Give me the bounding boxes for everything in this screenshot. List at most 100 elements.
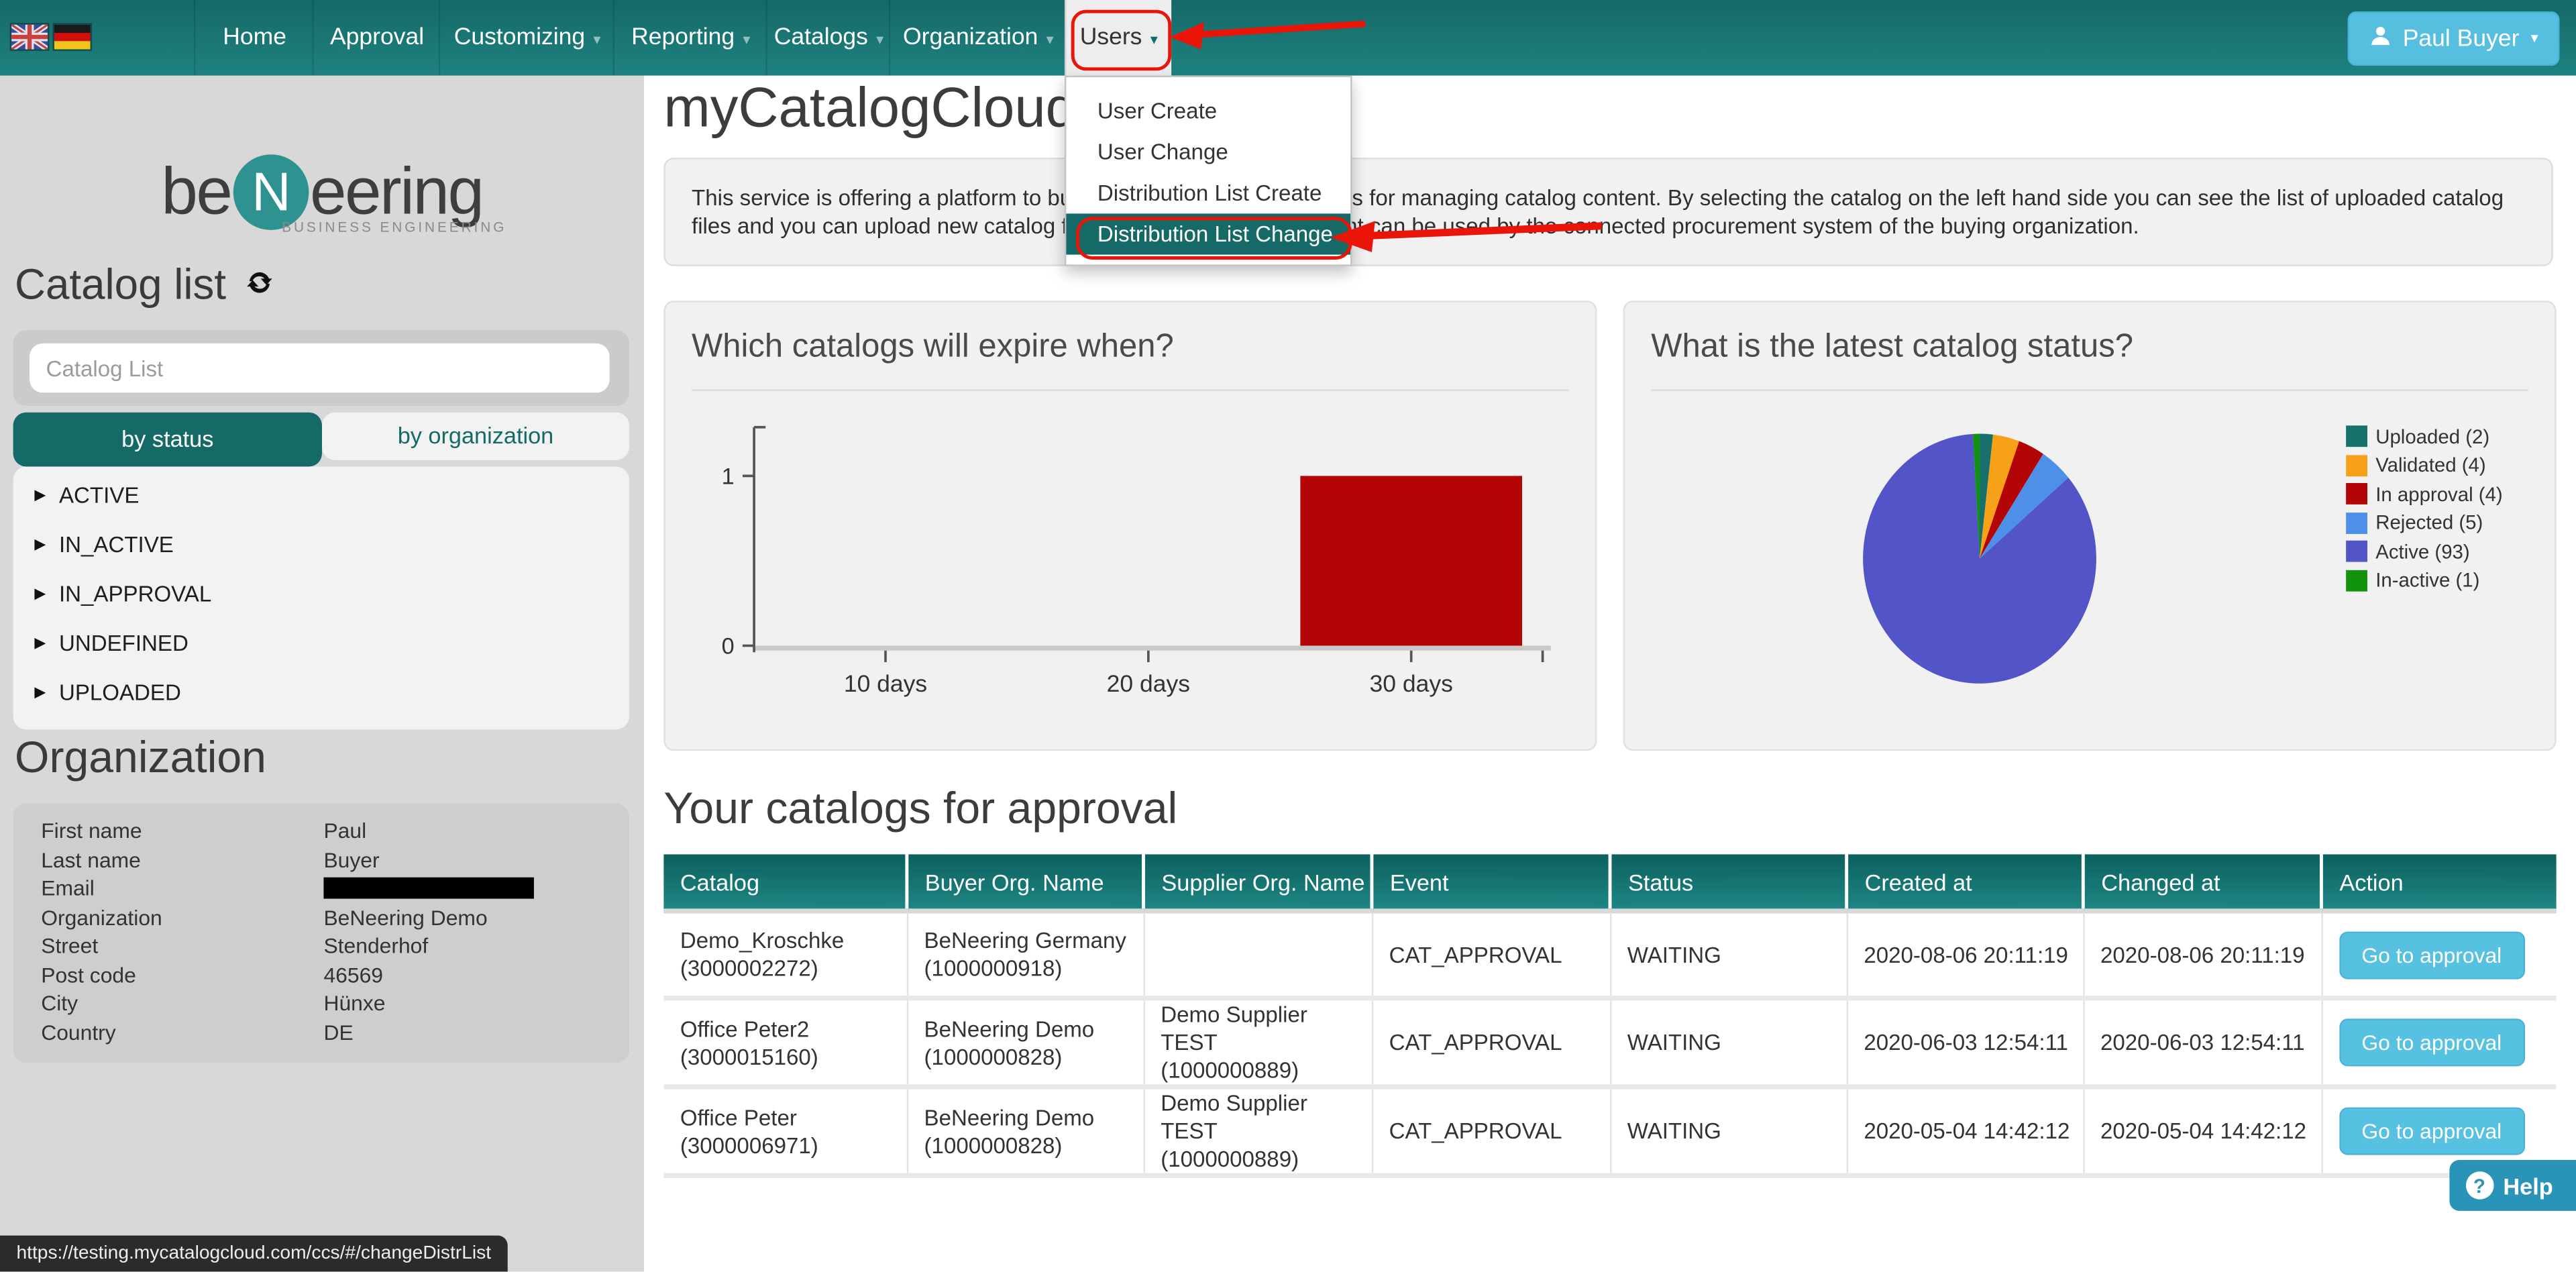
browser-status-bar: https://testing.mycatalogcloud.com/ccs/#… [0,1236,508,1272]
legend-item-rejected: Rejected (5) [2346,509,2503,537]
cell-event: CAT_APPROVAL [1372,911,1610,998]
supplier-id: (1000000889) [1161,1057,1361,1085]
help-button[interactable]: ? Help [2449,1160,2576,1211]
cell-status: WAITING [1610,998,1847,1087]
nav-item-users[interactable]: Users▾ [1065,0,1171,76]
legend-label: Validated (4) [2375,454,2485,477]
column-header-changed-at: Changed at [2083,854,2321,910]
legend-label: Active (93) [2375,540,2469,563]
go-to-approval-button[interactable]: Go to approval [2339,1018,2524,1066]
user-icon [2368,24,2391,54]
nav-item-organization[interactable]: Organization▾ [889,0,1066,76]
org-field-country: CountryDE [13,1020,629,1049]
approval-section-title: Your catalogs for approval [663,784,1177,835]
legend-label: Rejected (5) [2375,511,2483,534]
nav-item-catalogs[interactable]: Catalogs▾ [765,0,890,76]
status-group-in-active[interactable]: ▶ IN_ACTIVE [13,519,629,568]
table-header-row: Catalog Buyer Org. Name Supplier Org. Na… [663,854,2556,910]
go-to-approval-button[interactable]: Go to approval [2339,931,2524,978]
status-group-label: IN_APPROVAL [59,581,211,606]
table-row: Demo_Kroschke(3000002272) BeNeering Germ… [663,911,2556,998]
uk-flag-icon[interactable] [11,25,48,50]
chevron-right-icon: ▶ [34,486,46,504]
cell-status: WAITING [1610,1087,1847,1175]
service-intro-text: This service is offering a platform to b… [665,160,2551,265]
tab-by-organization[interactable]: by organization [322,413,629,460]
legend-swatch [2346,570,2367,591]
org-field-post-code: Post code46569 [13,962,629,991]
menu-item-user-change[interactable]: User Change [1066,131,1350,172]
org-field-last-name: Last nameBuyer [13,847,629,876]
sidebar: beNeering BUSINESS ENGINEERING Catalog l… [0,76,644,1272]
status-chart-panel: What is the latest catalog status? Uploa… [1623,301,2557,751]
buyer-name: BeNeering Demo [924,1103,1133,1131]
cell-status: WAITING [1610,911,1847,998]
legend-swatch [2346,512,2367,533]
field-label: Country [13,1020,324,1049]
nav-item-home[interactable]: Home [194,0,314,76]
nav-item-label: Catalogs [774,25,868,51]
user-account-button[interactable]: Paul Buyer ▾ [2347,11,2559,66]
status-group-active[interactable]: ▶ACTIVE [13,470,629,519]
chevron-down-icon: ▾ [1046,32,1054,48]
field-value: Buyer [323,847,379,876]
menu-item-distribution-list-change[interactable]: Distribution List Change [1066,213,1350,254]
field-value: Hünxe [323,991,385,1020]
legend-item-in-active: In-active (1) [2346,566,2503,595]
chevron-down-icon: ▾ [2531,30,2538,48]
catalog-status-list: ▶ACTIVE ▶IN_ACTIVE ▶IN_APPROVAL ▶UNDEFIN… [13,467,629,730]
cell-changed-at: 2020-06-03 12:54:11 [2083,998,2321,1087]
legend-item-uploaded: Uploaded (2) [2346,422,2503,451]
column-header-buyer-org: Buyer Org. Name [907,854,1144,910]
status-group-undefined[interactable]: ▶UNDEFINED [13,618,629,667]
cell-catalog: Office Peter(3000006971) [663,1087,906,1175]
legend-item-active: Active (93) [2346,537,2503,566]
catalog-id: (3000002272) [680,955,896,983]
org-field-first-name: First namePaul [13,818,629,847]
buyer-id: (1000000828) [924,1131,1133,1159]
field-label: First name [13,818,324,847]
org-field-organization: OrganizationBeNeering Demo [13,904,629,933]
column-header-created-at: Created at [1847,854,2084,910]
question-mark-icon: ? [2465,1171,2493,1200]
status-group-label: UPLOADED [59,680,181,704]
legend-label: In-active (1) [2375,569,2479,592]
cell-created-at: 2020-08-06 20:11:19 [1847,911,2084,998]
legend-swatch [2346,426,2367,447]
go-to-approval-button[interactable]: Go to approval [2339,1108,2524,1155]
buyer-id: (1000000828) [924,1043,1133,1071]
nav-item-reporting[interactable]: Reporting▾ [612,0,767,76]
nav-item-approval[interactable]: Approval [312,0,440,76]
cell-changed-at: 2020-05-04 14:42:12 [2083,1087,2321,1175]
nav-item-customizing[interactable]: Customizing▾ [439,0,614,76]
app-window: Home Approval Customizing▾ Reporting▾ Ca… [0,0,2576,1272]
catalog-name: Demo_Kroschke [680,926,896,955]
germany-flag-icon[interactable] [54,25,91,50]
help-label: Help [2503,1172,2553,1198]
users-dropdown-menu: User Create User Change Distribution Lis… [1065,76,1352,266]
legend-label: In approval (4) [2375,482,2502,505]
legend-item-in-approval: In approval (4) [2346,480,2503,509]
tab-by-status[interactable]: by status [13,413,322,467]
menu-item-distribution-list-create[interactable]: Distribution List Create [1066,172,1350,213]
menu-item-user-create[interactable]: User Create [1066,91,1350,131]
field-value: DE [323,1020,353,1049]
svg-text:30 days: 30 days [1370,670,1453,697]
user-name-label: Paul Buyer [2403,25,2520,52]
expiry-chart-panel: Which catalogs will expire when? 0110 da… [663,301,1597,751]
column-header-event: Event [1372,854,1610,910]
organization-title: Organization [15,733,266,784]
catalog-name: Office Peter2 [680,1014,896,1043]
status-group-uploaded[interactable]: ▶UPLOADED [13,667,629,716]
refresh-icon[interactable] [243,260,276,311]
chevron-right-icon: ▶ [34,535,46,553]
catalog-list-heading: Catalog list [15,260,275,311]
svg-text:10 days: 10 days [844,670,927,697]
field-value: Paul [323,818,366,847]
status-group-in-approval[interactable]: ▶IN_APPROVAL [13,568,629,617]
table-row: Office Peter2(3000015160) BeNeering Demo… [663,998,2556,1087]
field-value: 46569 [323,962,383,991]
cell-created-at: 2020-05-04 14:42:12 [1847,1087,2084,1175]
catalog-search-input[interactable] [30,343,609,392]
status-group-label: IN_ACTIVE [59,531,174,556]
